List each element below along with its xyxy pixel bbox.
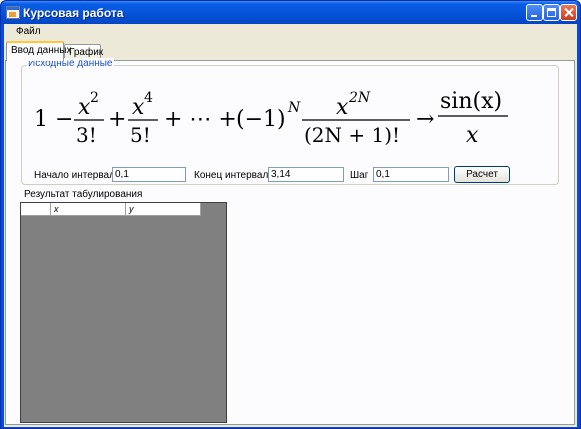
formula-t2-exponent: 4 [144, 90, 153, 106]
formula-limit-numerator: sin(x) [440, 89, 502, 114]
formula-tn-denominator: (2N + 1)! [304, 123, 400, 147]
tab-page-input: Исходные данные 1 − x 2 3! + x 4 5! + ⋯ … [5, 58, 575, 425]
end-input[interactable]: 3,14 [268, 167, 344, 182]
grid-column-y[interactable]: y [126, 203, 201, 216]
start-label: Начало интервала [34, 170, 121, 181]
minimize-button[interactable] [526, 4, 543, 21]
step-input[interactable]: 0,1 [373, 167, 449, 182]
end-label: Конец интервала [194, 170, 274, 181]
formula-ellipsis: + ⋯ + [164, 107, 237, 132]
formula-arrow: → [416, 107, 434, 132]
formula-sign-factor: (−1) [236, 107, 286, 132]
formula-t1-exponent: 2 [90, 90, 99, 106]
results-label: Результат табулирования [24, 189, 143, 200]
formula-lead: 1 − [34, 107, 73, 132]
menu-file[interactable]: Файл [14, 26, 43, 37]
app-icon[interactable] [6, 6, 20, 19]
start-input[interactable]: 0,1 [112, 167, 186, 182]
formula-limit-denominator: x [466, 123, 479, 148]
grid-row-header-corner[interactable] [21, 203, 51, 216]
series-formula: 1 − x 2 3! + x 4 5! + ⋯ + (−1) N x 2N (2… [34, 89, 508, 148]
grid-header: x y [21, 203, 201, 216]
title-bar[interactable]: Курсовая работа [1, 1, 580, 24]
formula-plus: + [108, 107, 126, 132]
calculate-button[interactable]: Расчет [454, 166, 510, 183]
grid-column-x[interactable]: x [51, 203, 126, 216]
formula-t1-denominator: 3! [76, 123, 97, 147]
close-button[interactable] [560, 4, 577, 21]
client-area: Файл Ввод данных График Исходные данные … [4, 24, 577, 427]
formula-t2-denominator: 5! [130, 123, 151, 147]
window-title: Курсовая работа [23, 6, 124, 20]
input-groupbox: Исходные данные 1 − x 2 3! + x 4 5! + ⋯ … [21, 58, 559, 185]
menu-bar: Файл [4, 24, 577, 41]
maximize-button[interactable] [543, 4, 560, 21]
step-label: Шаг [350, 170, 369, 181]
tab-input-data[interactable]: Ввод данных [6, 41, 71, 61]
formula-sign-exponent: N [287, 100, 301, 116]
formula-tn-exponent: 2N [348, 90, 371, 106]
main-window: Курсовая работа Файл Ввод данных График … [0, 0, 581, 429]
formula-tn-numerator: x [336, 95, 349, 120]
results-grid[interactable]: x y [20, 202, 227, 423]
